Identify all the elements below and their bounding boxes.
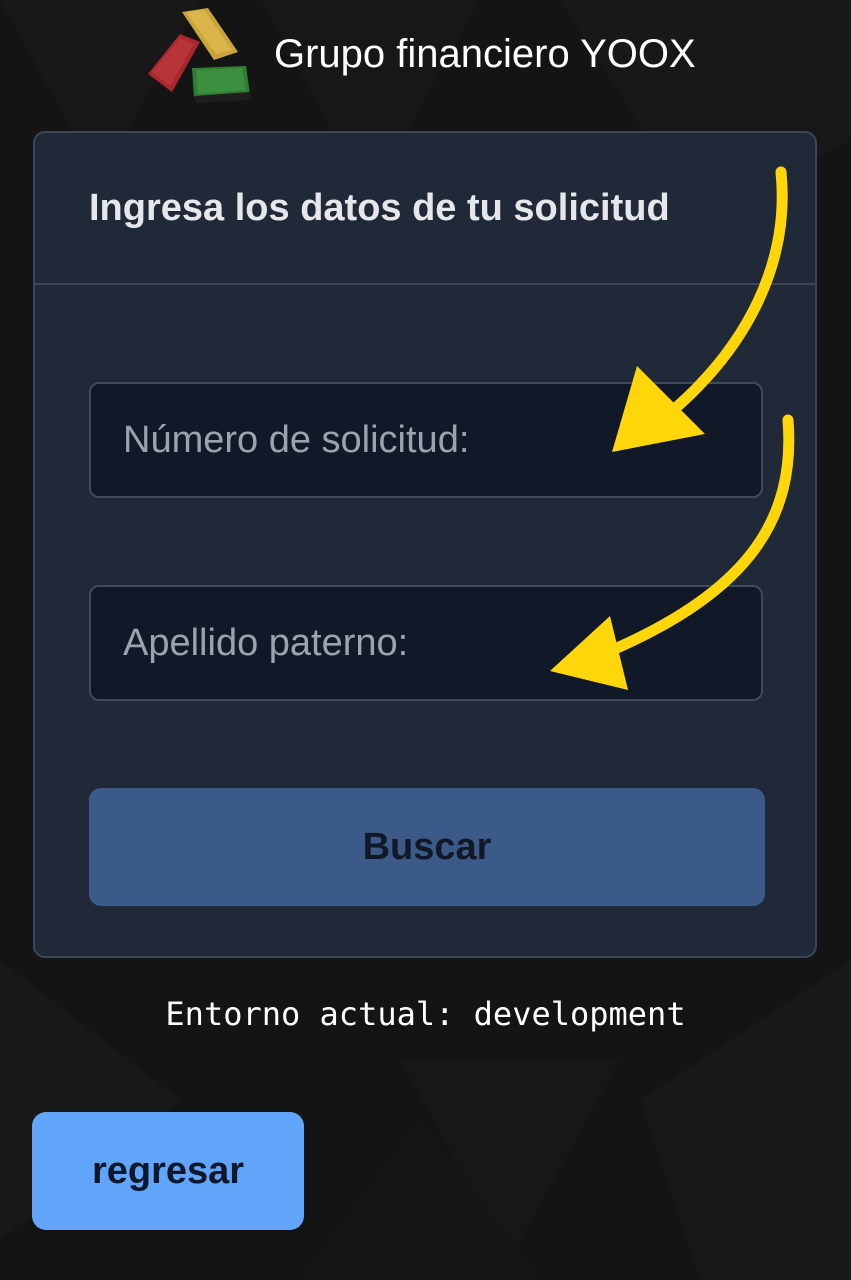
app-header: Grupo financiero YOOX (0, 0, 851, 112)
request-form-card: Ingresa los datos de tu solicitud Buscar (33, 131, 817, 958)
stacked-bricks-logo-icon (148, 8, 252, 103)
card-divider (35, 283, 815, 285)
environment-indicator: Entorno actual: development (165, 995, 686, 1033)
last-name-input[interactable] (89, 585, 763, 701)
request-number-input[interactable] (89, 382, 763, 498)
search-button[interactable]: Buscar (89, 788, 765, 906)
app-title: Grupo financiero YOOX (274, 32, 696, 76)
form-title: Ingresa los datos de tu solicitud (89, 187, 670, 229)
back-button[interactable]: regresar (32, 1112, 304, 1230)
